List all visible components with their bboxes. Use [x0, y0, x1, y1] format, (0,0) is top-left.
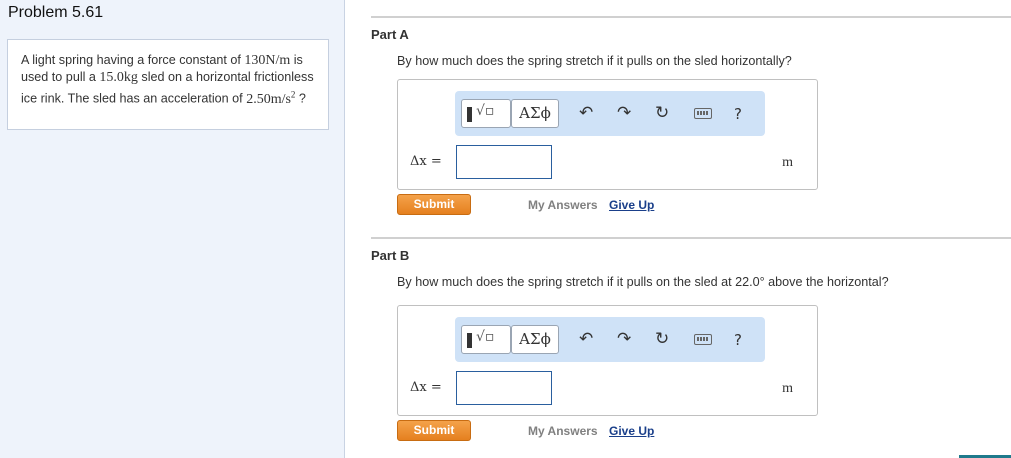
part-a-submit-button[interactable]: Submit	[397, 194, 471, 215]
part-b-answer-input[interactable]	[456, 371, 552, 405]
radical-icon: √▫	[476, 103, 495, 119]
radical-icon: √▫	[476, 329, 495, 345]
part-b-question: By how much does the spring stretch if i…	[397, 275, 889, 289]
delta-x-label: Δx =	[410, 380, 442, 395]
problem-panel: Problem 5.61 A light spring having a for…	[0, 0, 345, 458]
part-a-label: Part A	[371, 27, 409, 42]
problem-title: Problem 5.61	[8, 4, 104, 21]
math-toolbar: √▫ ΑΣϕ ↶ ↷ ↻ ?	[455, 317, 765, 362]
delta-x-label: Δx =	[410, 154, 442, 169]
keyboard-icon[interactable]	[694, 334, 712, 345]
help-icon[interactable]: ?	[734, 104, 742, 124]
templates-icon	[467, 107, 472, 122]
part-a-answer-box: √▫ ΑΣϕ ↶ ↷ ↻ ? Δx = m	[397, 79, 818, 190]
sled-acceleration: 2.50m/s2	[246, 89, 296, 107]
redo-icon[interactable]: ↷	[617, 103, 631, 123]
part-b-submit-button[interactable]: Submit	[397, 420, 471, 441]
undo-icon[interactable]: ↶	[579, 103, 593, 123]
part-b-divider	[371, 237, 1011, 239]
help-icon[interactable]: ?	[734, 330, 742, 350]
part-b-answer-box: √▫ ΑΣϕ ↶ ↷ ↻ ? Δx = m	[397, 305, 818, 416]
undo-icon[interactable]: ↶	[579, 329, 593, 349]
math-toolbar: √▫ ΑΣϕ ↶ ↷ ↻ ?	[455, 91, 765, 136]
part-b-give-up-link[interactable]: Give Up	[609, 424, 654, 438]
part-b-label: Part B	[371, 248, 410, 263]
symbols-button[interactable]: ΑΣϕ	[511, 325, 559, 354]
part-a-answer-input[interactable]	[456, 145, 552, 179]
part-a-give-up-link[interactable]: Give Up	[609, 198, 654, 212]
problem-statement: A light spring having a force constant o…	[7, 39, 329, 130]
part-a-unit: m	[782, 155, 793, 170]
part-b-unit: m	[782, 381, 793, 396]
part-a-question: By how much does the spring stretch if i…	[397, 54, 792, 68]
templates-icon	[467, 333, 472, 348]
keyboard-icon[interactable]	[694, 108, 712, 119]
part-b-my-answers-link[interactable]: My Answers	[528, 424, 598, 438]
part-a-my-answers-link[interactable]: My Answers	[528, 198, 598, 212]
force-constant: 130N/m	[244, 53, 291, 68]
redo-icon[interactable]: ↷	[617, 329, 631, 349]
part-a-divider	[371, 16, 1011, 18]
sled-mass: 15.0kg	[99, 70, 138, 85]
symbols-button[interactable]: ΑΣϕ	[511, 99, 559, 128]
parts-panel: Part A By how much does the spring stret…	[345, 0, 1011, 458]
templates-button[interactable]: √▫	[461, 99, 511, 128]
reset-icon[interactable]: ↻	[655, 103, 669, 123]
problem-text: A light spring having a force constant o…	[21, 53, 314, 107]
reset-icon[interactable]: ↻	[655, 329, 669, 349]
templates-button[interactable]: √▫	[461, 325, 511, 354]
